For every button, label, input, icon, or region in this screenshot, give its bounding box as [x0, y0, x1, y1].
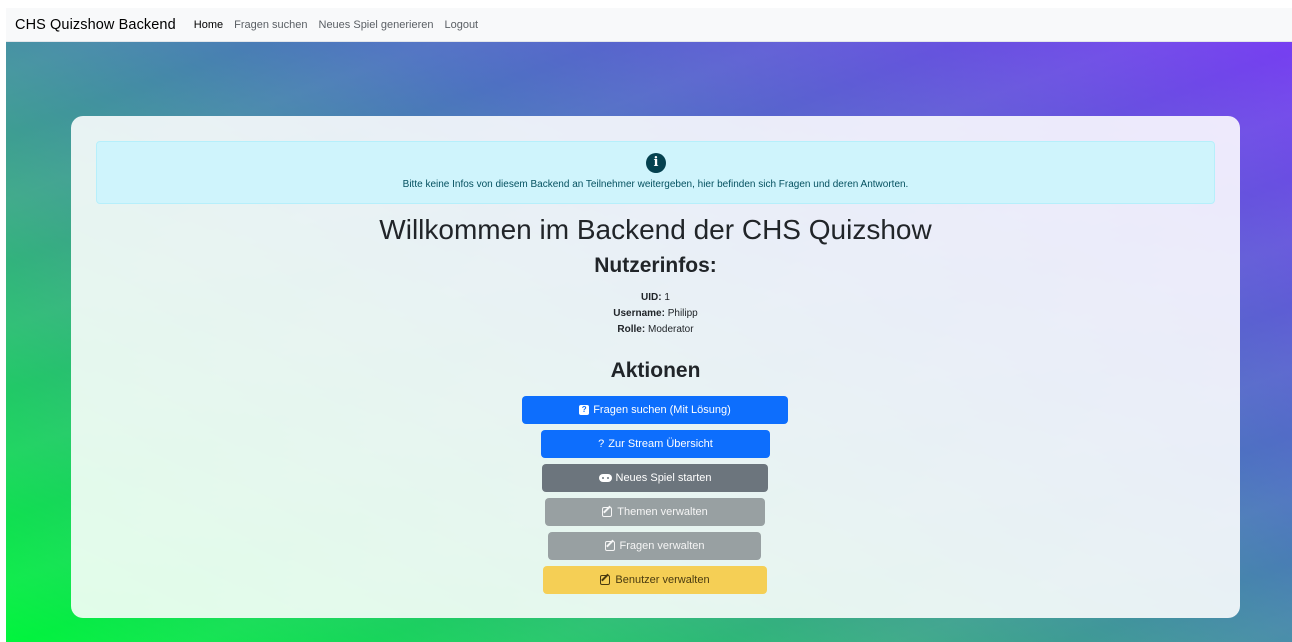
role-label: Rolle: — [617, 324, 646, 335]
manage-users-label: Benutzer verwalten — [615, 574, 710, 586]
page-title: Willkommen im Backend der CHS Quizshow — [379, 214, 932, 245]
alert-text: Bitte keine Infos von diesem Backend an … — [402, 179, 909, 190]
new-game-button[interactable]: Neues Spiel starten — [542, 464, 768, 492]
uid-line: UID: 1 — [71, 292, 1240, 303]
info-circle-icon: i — [646, 153, 666, 173]
user-info-title: Nutzerinfos: — [594, 254, 717, 277]
username-value: Philipp — [667, 308, 698, 319]
username-line: Username: Philipp — [71, 308, 1240, 319]
edit-icon — [602, 507, 613, 517]
nav-link-home[interactable]: Home — [194, 19, 223, 31]
edit-icon — [604, 541, 615, 551]
edit-icon — [600, 575, 611, 585]
gamepad-icon — [598, 474, 612, 482]
stream-overview-button[interactable]: ? Zur Stream Übersicht — [541, 430, 770, 458]
navbar-brand[interactable]: CHS Quizshow Backend — [15, 17, 176, 33]
info-alert: i Bitte keine Infos von diesem Backend a… — [96, 141, 1215, 204]
question-icon: ? — [598, 438, 605, 450]
manage-topics-label: Themen verwalten — [617, 506, 708, 518]
stream-overview-label: Zur Stream Übersicht — [608, 438, 713, 450]
page-background: CHS Quizshow Backend Home Fragen suchen … — [6, 8, 1292, 642]
nav-link-logout[interactable]: Logout — [444, 19, 478, 31]
main-card: i Bitte keine Infos von diesem Backend a… — [71, 116, 1240, 618]
manage-topics-button[interactable]: Themen verwalten — [545, 498, 765, 526]
question-square-icon: ? — [579, 405, 590, 415]
username-label: Username: — [613, 308, 665, 319]
top-navbar: CHS Quizshow Backend Home Fragen suchen … — [6, 8, 1292, 42]
manage-questions-button[interactable]: Fragen verwalten — [548, 532, 761, 560]
uid-label: UID: — [641, 292, 662, 303]
search-questions-button[interactable]: ? Fragen suchen (Mit Lösung) — [522, 396, 788, 424]
nav-link-neues-spiel[interactable]: Neues Spiel generieren — [319, 19, 434, 31]
actions-title: Aktionen — [610, 359, 701, 382]
new-game-label: Neues Spiel starten — [615, 472, 712, 484]
manage-questions-label: Fragen verwalten — [619, 540, 705, 552]
uid-value: 1 — [664, 292, 670, 303]
nav-link-fragen-suchen[interactable]: Fragen suchen — [234, 19, 307, 31]
search-questions-label: Fragen suchen (Mit Lösung) — [593, 404, 731, 416]
role-line: Rolle: Moderator — [71, 324, 1240, 335]
manage-users-button[interactable]: Benutzer verwalten — [543, 566, 767, 594]
role-value: Moderator — [647, 324, 694, 335]
